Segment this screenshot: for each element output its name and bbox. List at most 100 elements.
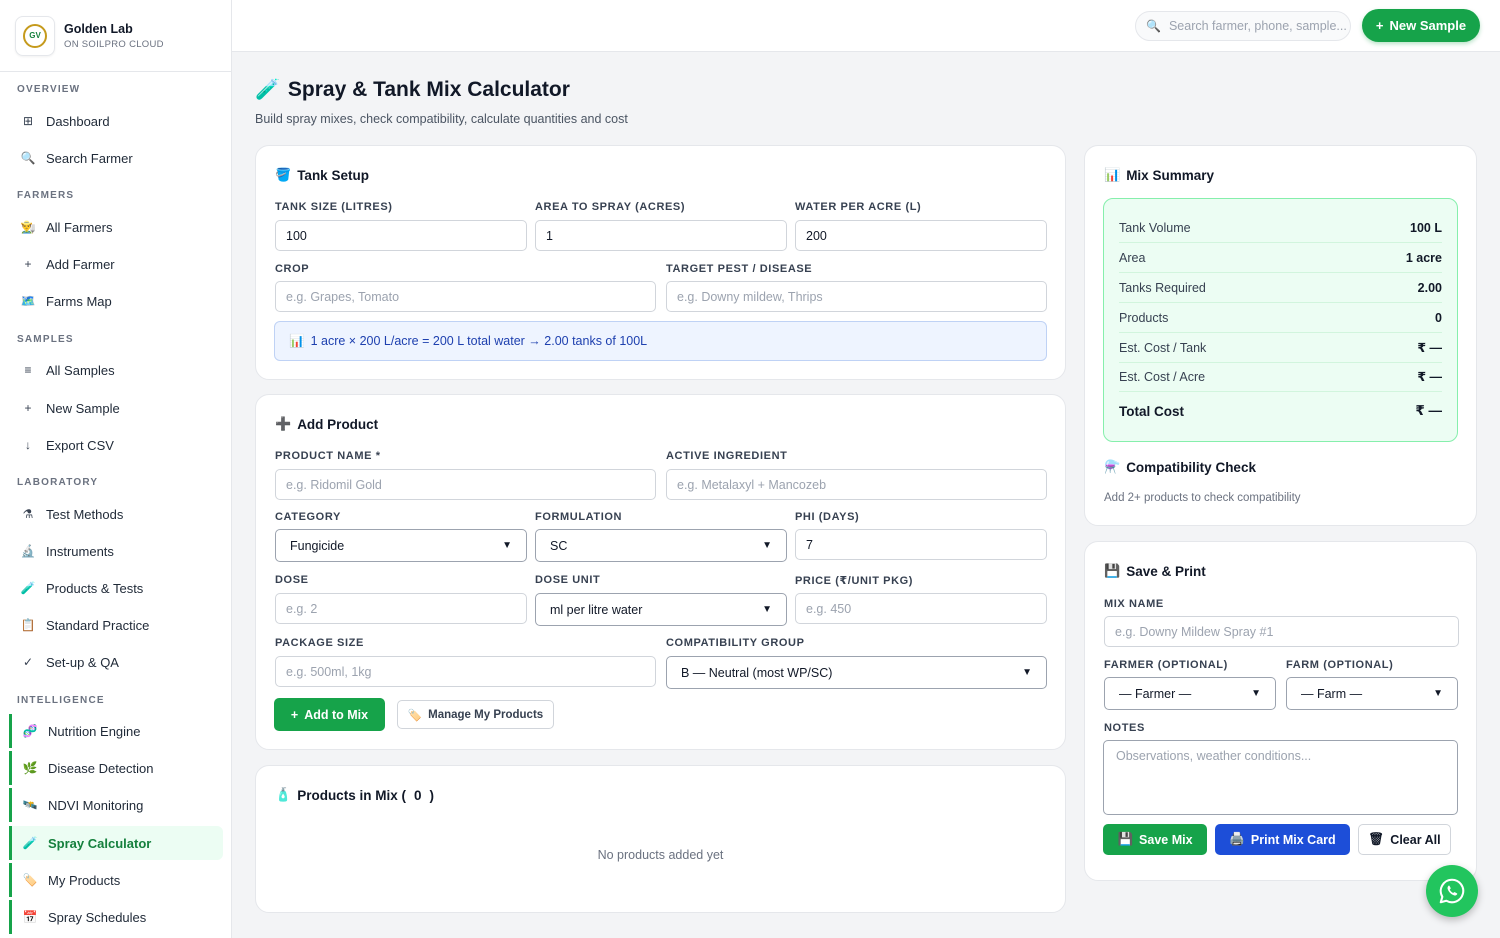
- add-to-mix-label: Add to Mix: [304, 707, 369, 722]
- sidebar-item-search-farmer[interactable]: 🔍 Search Farmer: [9, 141, 223, 175]
- water-calculation-text: 1 acre × 200 L/acre = 200 L total water …: [310, 334, 648, 348]
- sidebar-item-all-samples[interactable]: ≡ All Samples: [9, 353, 223, 387]
- sidebar-item-dashboard[interactable]: ⊞ Dashboard: [9, 104, 223, 138]
- dna-icon: 🧬: [22, 724, 38, 738]
- bottle-icon: 🧴: [275, 787, 292, 802]
- active-ingredient-label: ACTIVE INGREDIENT: [666, 450, 788, 462]
- printer-icon: 🖨️: [1229, 832, 1245, 846]
- logo-seal-icon: GV: [23, 23, 47, 48]
- farm-label: FARM (OPTIONAL): [1286, 659, 1394, 671]
- sidebar-item-test-methods[interactable]: ⚗ Test Methods: [9, 497, 223, 531]
- print-mix-card-button[interactable]: 🖨️ Print Mix Card: [1215, 824, 1350, 855]
- floppy-disk-icon: 💾: [1104, 563, 1121, 578]
- summary-row-cost-per-acre: Est. Cost / Acre ₹ —: [1119, 362, 1442, 392]
- whatsapp-button[interactable]: [1426, 865, 1478, 917]
- clipboard-icon: 📋: [20, 618, 36, 632]
- product-name-input[interactable]: e.g. Ridomil Gold: [275, 469, 656, 500]
- save-mix-button[interactable]: 💾 Save Mix: [1103, 824, 1207, 855]
- sidebar-item-label: Nutrition Engine: [48, 723, 141, 739]
- flask-icon: ⚗: [22, 507, 34, 521]
- chart-icon: 📊: [289, 333, 305, 348]
- summary-value: ₹ —: [1417, 370, 1442, 384]
- tag-icon: 🏷️: [407, 709, 423, 722]
- summary-row-cost-per-tank: Est. Cost / Tank ₹ —: [1119, 333, 1442, 363]
- new-sample-button[interactable]: + New Sample: [1362, 9, 1480, 42]
- chevron-down-icon: ▼: [762, 540, 772, 551]
- card-title-text: Save & Print: [1126, 563, 1206, 579]
- summary-value: 1 acre: [1405, 250, 1442, 265]
- mix-summary-panel: Tank Volume 100 L Area 1 acre Tanks Requir…: [1103, 198, 1458, 442]
- sidebar-item-label: New Sample: [46, 400, 120, 416]
- sidebar-item-label: Farms Map: [46, 293, 112, 309]
- chevron-down-icon: ▼: [1251, 688, 1261, 699]
- page-title: 🧪 Spray & Tank Mix Calculator: [255, 77, 570, 102]
- mix-summary-card: 📊 Mix Summary Tank Volume 100 L Area 1 acr…: [1084, 145, 1477, 526]
- compatibility-check-title: ⚗️ Compatibility Check: [1104, 459, 1256, 475]
- package-size-label: PACKAGE SIZE: [275, 637, 364, 649]
- calendar-icon: 📅: [22, 910, 38, 924]
- summary-label: Area: [1119, 250, 1146, 265]
- sidebar-item-spray-calculator[interactable]: 🧪 Spray Calculator: [9, 826, 223, 860]
- sidebar-item-nutrition-engine[interactable]: 🧬 Nutrition Engine: [9, 714, 223, 748]
- sidebar-item-spray-schedules[interactable]: 📅 Spray Schedules: [9, 900, 223, 934]
- area-input[interactable]: 1: [535, 220, 787, 251]
- clear-all-button[interactable]: 🗑 Clear All: [1358, 824, 1451, 855]
- notes-textarea[interactable]: Observations, weather conditions...: [1103, 740, 1458, 815]
- package-size-input[interactable]: e.g. 500ml, 1kg: [275, 656, 656, 687]
- sidebar-item-my-products[interactable]: 🏷️ My Products: [9, 863, 223, 897]
- brand-header[interactable]: GV Golden Lab ON SOILPRO CLOUD: [0, 0, 231, 72]
- price-input[interactable]: e.g. 450: [795, 593, 1047, 624]
- summary-value: 0: [1435, 310, 1442, 325]
- chevron-down-icon: ▼: [1022, 667, 1032, 678]
- sidebar-item-farms-map[interactable]: 🗺️ Farms Map: [9, 284, 223, 318]
- sidebar-item-label: Search Farmer: [46, 150, 133, 166]
- sidebar-item-label: Instruments: [46, 543, 114, 559]
- card-title-text: Compatibility Check: [1126, 459, 1256, 475]
- dose-input[interactable]: e.g. 2: [275, 593, 527, 624]
- mix-summary-title: 📊 Mix Summary: [1104, 167, 1214, 183]
- target-pest-input[interactable]: e.g. Downy mildew, Thrips: [666, 281, 1047, 312]
- chevron-down-icon: ▼: [1433, 688, 1443, 699]
- sidebar-item-ndvi-monitoring[interactable]: 🛰️ NDVI Monitoring: [9, 788, 223, 822]
- test-tube-icon: 🧪: [22, 836, 38, 850]
- active-ingredient-input[interactable]: e.g. Metalaxyl + Mancozeb: [666, 469, 1047, 500]
- plus-icon: +: [24, 401, 32, 415]
- sidebar-item-setup-qa[interactable]: ✓ Set-up & QA: [9, 645, 223, 679]
- manage-my-products-button[interactable]: 🏷️ Manage My Products: [397, 700, 554, 729]
- sidebar-item-new-sample[interactable]: + New Sample: [9, 391, 223, 425]
- sidebar-item-instruments[interactable]: 🔬 Instruments: [9, 534, 223, 568]
- sidebar-item-label: All Farmers: [46, 219, 113, 235]
- global-search-input[interactable]: 🔍 Search farmer, phone, sample...: [1135, 11, 1351, 41]
- dose-label: DOSE: [275, 574, 309, 586]
- phi-input[interactable]: 7: [795, 529, 1047, 560]
- water-per-acre-input[interactable]: 200: [795, 220, 1047, 251]
- tank-setup-card: 🪣 Tank Setup TANK SIZE (LITRES) 100 AREA…: [255, 145, 1066, 380]
- test-tube-icon: 🧪: [255, 79, 280, 101]
- sidebar-item-add-farmer[interactable]: + Add Farmer: [9, 247, 223, 281]
- product-count: 0: [413, 787, 422, 803]
- sidebar-item-all-farmers[interactable]: 👨‍🌾 All Farmers: [9, 210, 223, 244]
- dose-unit-select[interactable]: ml per litre water ▼: [535, 593, 787, 626]
- compatibility-group-select[interactable]: B — Neutral (most WP/SC) ▼: [666, 656, 1047, 689]
- save-mix-label: Save Mix: [1139, 832, 1193, 847]
- add-to-mix-button[interactable]: + Add to Mix: [274, 698, 385, 731]
- crop-input[interactable]: e.g. Grapes, Tomato: [275, 281, 656, 312]
- tank-setup-title: 🪣 Tank Setup: [275, 167, 369, 183]
- sidebar-item-standard-practice[interactable]: 📋 Standard Practice: [9, 608, 223, 642]
- summary-row-area: Area 1 acre: [1119, 243, 1442, 273]
- sidebar-item-disease-detection[interactable]: 🌿 Disease Detection: [9, 751, 223, 785]
- sidebar-item-products-tests[interactable]: 🧪 Products & Tests: [9, 571, 223, 605]
- card-title-suffix: ): [429, 787, 434, 803]
- category-select[interactable]: Fungicide ▼: [275, 529, 527, 562]
- target-pest-label: TARGET PEST / DISEASE: [666, 263, 813, 275]
- sidebar-item-export-csv[interactable]: ↓ Export CSV: [9, 428, 223, 462]
- tank-size-input[interactable]: 100: [275, 220, 527, 251]
- floppy-disk-icon: 💾: [1117, 832, 1134, 846]
- mix-name-input[interactable]: e.g. Downy Mildew Spray #1: [1104, 616, 1459, 647]
- sidebar-item-label: Spray Schedules: [48, 909, 147, 925]
- summary-value: ₹ —: [1417, 341, 1442, 355]
- farm-select[interactable]: — Farm — ▼: [1286, 677, 1458, 710]
- farmer-select[interactable]: — Farmer — ▼: [1104, 677, 1276, 710]
- test-tube-icon: 🧪: [20, 581, 36, 595]
- formulation-select[interactable]: SC ▼: [535, 529, 787, 562]
